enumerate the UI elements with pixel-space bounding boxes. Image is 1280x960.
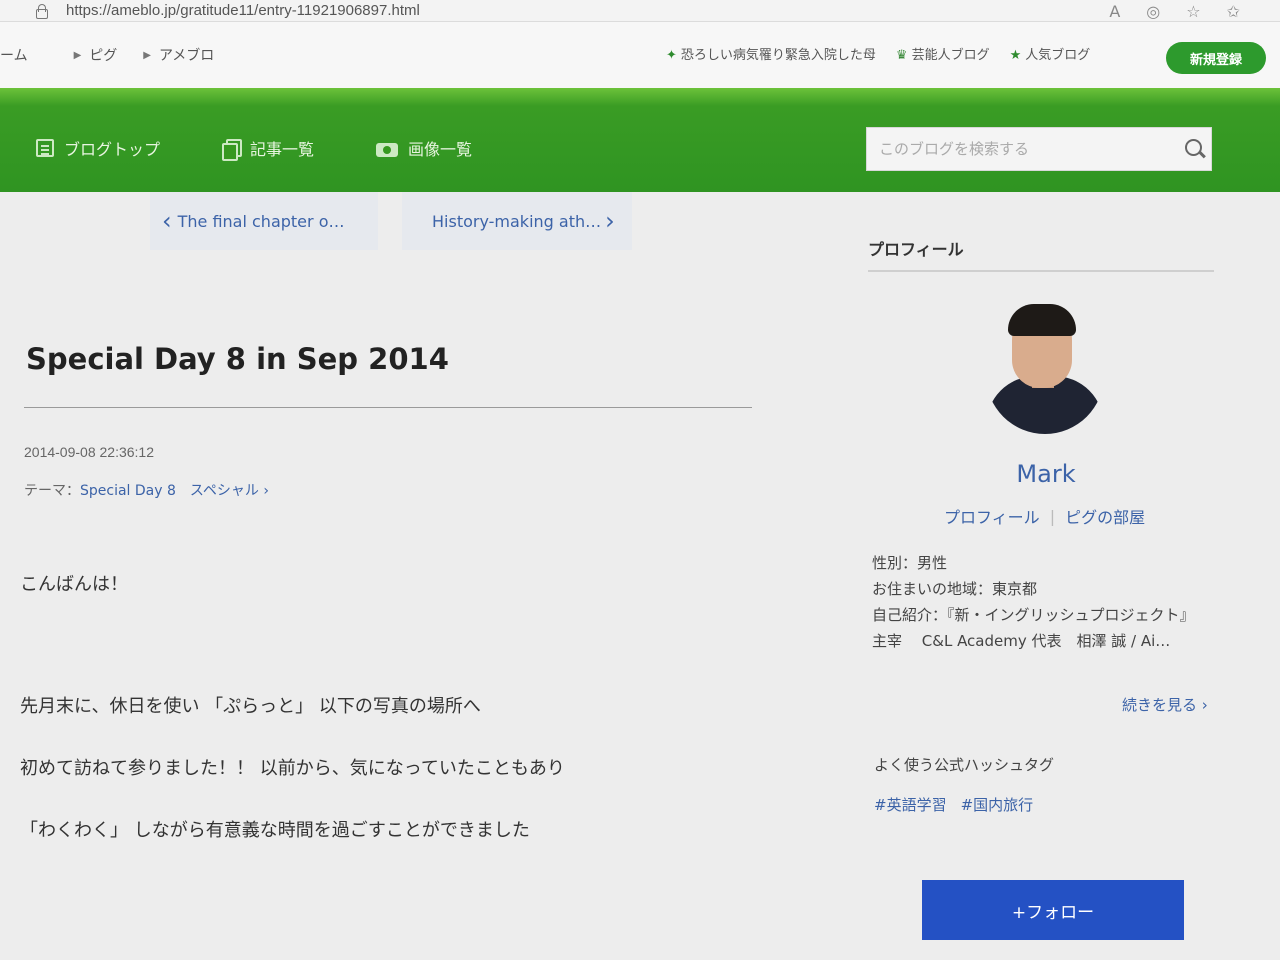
profile-links: プロフィール | ピグの部屋 (944, 504, 1145, 528)
prev-article-link[interactable]: ‹ The final chapter o… (150, 192, 378, 250)
profile-info: 性別：男性 お住まいの地域：東京都 自己紹介：『新・イングリッシュプロジェクト』… (872, 550, 1212, 654)
browser-toolbar-icons: A ◎ ☆ ✩ (1109, 2, 1240, 21)
star-icon: ★ (1009, 48, 1022, 63)
celebrity-blog-link[interactable]: ♛ 芸能人ブログ (896, 44, 990, 63)
read-aloud-icon[interactable]: A (1109, 2, 1120, 21)
crown-icon: ♛ (895, 48, 908, 63)
copy-icon (222, 139, 243, 161)
next-article-link[interactable]: History-making ath… › (402, 192, 632, 250)
post-theme: テーマ：Special Day 8 スペシャル › (24, 480, 269, 500)
favorites-icon[interactable]: ✩ (1227, 2, 1240, 21)
profile-gender: 性別：男性 (872, 554, 948, 572)
chevron-left-icon: ‹ (162, 207, 172, 235)
nav-image-list[interactable]: 画像一覧 (376, 136, 472, 160)
sparkle-icon: ✦ (666, 48, 677, 63)
post-date: 2014-09-08 22:36:12 (24, 444, 154, 460)
next-article-title: History-making ath… (432, 211, 602, 231)
chevron-right-icon: › (1197, 696, 1208, 714)
document-icon (36, 139, 54, 157)
nav-blog-top[interactable]: ブログトップ (36, 136, 160, 160)
link-divider: | (1049, 506, 1056, 526)
paragraph: こんばんは！ (20, 574, 128, 595)
hashtags-heading: よく使う公式ハッシュタグ (874, 756, 1055, 774)
blog-search (866, 127, 1212, 171)
paragraph: 初めて訪ねて参りました！！ 以前から、気になっていたこともあり (20, 758, 565, 779)
search-icon[interactable] (1185, 139, 1205, 159)
nav-label: ブログトップ (64, 140, 161, 159)
chevron-right-icon: › (605, 207, 615, 235)
favorite-add-icon[interactable]: ☆ (1186, 2, 1200, 21)
sidebar: プロフィール Mark プロフィール | ピグの部屋 性別：男性 お住まいの地域… (860, 192, 1280, 960)
profile-link[interactable]: プロフィール (944, 504, 1040, 528)
chevron-right-icon: › (258, 483, 269, 499)
avatar-hair (1008, 304, 1076, 336)
global-nav: ーム ▶ ピグ ▶ アメブロ ✦ 恐ろしい病気罹り緊急入院した母 ♛ 芸能人ブログ ★ 人… (0, 22, 1280, 88)
crumb-pigg[interactable]: ▶ ピグ (74, 45, 118, 65)
browser-address-bar: https://ameblo.jp/gratitude11/entry-1192… (0, 0, 1280, 22)
crumb-home[interactable]: ーム (0, 45, 28, 65)
profile-intro: 自己紹介：『新・イングリッシュプロジェクト』 主宰 C&L Academy 代表… (872, 606, 1195, 650)
avatar[interactable] (986, 304, 1104, 434)
theme-link[interactable]: Special Day 8 スペシャル (80, 483, 259, 499)
profile-name[interactable]: Mark (860, 460, 1232, 488)
crumb-ameblo[interactable]: ▶ アメブロ (143, 45, 214, 65)
hashtag-link[interactable]: #英語学習 (874, 794, 947, 815)
tracking-icon[interactable]: ◎ (1146, 2, 1160, 21)
blog-search-input[interactable] (879, 129, 1169, 169)
nav-label: 画像一覧 (408, 140, 473, 159)
paragraph: 先月末に、休日を使い 「ぷらっと」 以下の写真の場所へ (20, 696, 481, 717)
follow-button[interactable]: +フォロー (922, 880, 1184, 940)
nav-article-list[interactable]: 記事一覧 (222, 136, 315, 161)
chevron-right-icon: ▶ (73, 49, 82, 61)
url-text[interactable]: https://ameblo.jp/gratitude11/entry-1192… (66, 2, 420, 19)
profile-heading: プロフィール (868, 240, 964, 259)
prev-article-title: The final chapter o… (177, 211, 345, 231)
hashtag-link[interactable]: #国内旅行 (961, 794, 1034, 815)
article-main: ‹ The final chapter o… History-making at… (0, 192, 860, 960)
profile-location: お住まいの地域：東京都 (872, 580, 1038, 598)
page-title: Special Day 8 in Sep 2014 (26, 342, 449, 376)
headline-link[interactable]: ✦ 恐ろしい病気罹り緊急入院した母 (666, 44, 876, 63)
popular-blog-link[interactable]: ★ 人気ブログ (1010, 44, 1091, 63)
lock-icon (34, 3, 48, 19)
blog-nav: ブログトップ 記事一覧 画像一覧 (36, 136, 472, 161)
paragraph: 「わくわく」 しながら有意義な時間を過ごすことができました (20, 820, 530, 841)
pigg-room-link[interactable]: ピグの部屋 (1065, 504, 1145, 528)
camera-icon (376, 139, 399, 157)
global-nav-right: ✦ 恐ろしい病気罹り緊急入院した母 ♛ 芸能人ブログ ★ 人気ブログ (666, 44, 1090, 63)
read-more-label: 続きを見る (1122, 696, 1198, 714)
signup-button[interactable]: 新規登録 (1166, 42, 1266, 74)
nav-label: 記事一覧 (250, 140, 315, 159)
read-more-link[interactable]: 続きを見る › (1122, 694, 1208, 715)
hashtags: #英語学習 #国内旅行 (874, 794, 1033, 815)
theme-label: テーマ： (24, 483, 80, 499)
chevron-right-icon: ▶ (143, 49, 151, 61)
title-divider (24, 407, 752, 408)
profile-divider (868, 270, 1214, 272)
global-crumbs: ーム ▶ ピグ ▶ アメブロ (0, 45, 214, 65)
blog-header: ブログトップ 記事一覧 画像一覧 (0, 88, 1280, 192)
